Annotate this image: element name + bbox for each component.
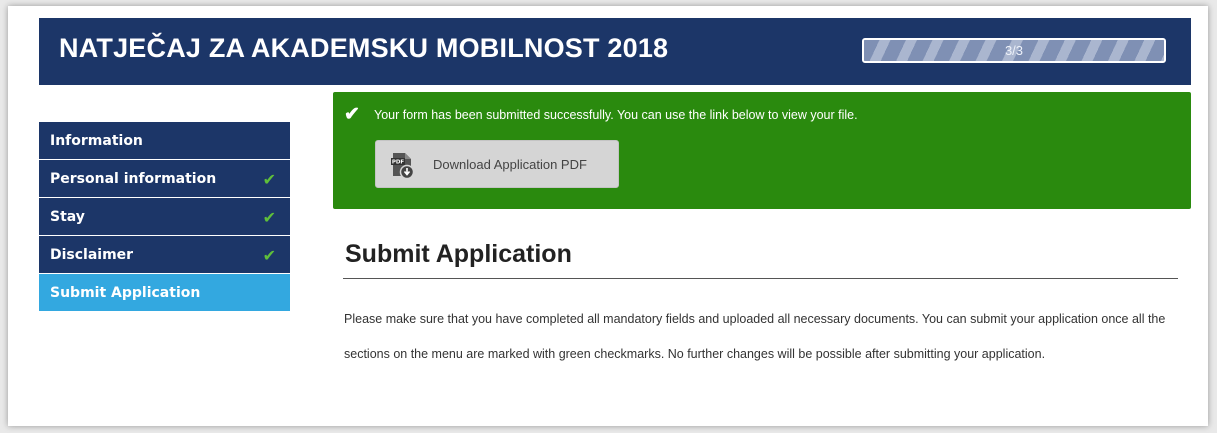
app-window: NATJEČAJ ZA AKADEMSKU MOBILNOST 2018 3/3…	[8, 6, 1208, 426]
pdf-download-icon: PDF	[391, 153, 415, 180]
sidebar-item-disclaimer[interactable]: Disclaimer ✔	[39, 236, 290, 274]
sidebar-item-label: Stay	[50, 209, 85, 225]
download-pdf-button[interactable]: PDF Download Application PDF	[375, 140, 619, 188]
checkmark-icon: ✔	[262, 170, 276, 189]
svg-text:PDF: PDF	[392, 160, 405, 166]
sidebar-item-label: Information	[50, 133, 143, 149]
progress-bar: 3/3	[862, 38, 1166, 63]
section-divider	[343, 278, 1178, 279]
sidebar-item-label: Personal information	[50, 171, 217, 187]
sidebar-item-stay[interactable]: Stay ✔	[39, 198, 290, 236]
download-button-label: Download Application PDF	[433, 157, 587, 172]
success-alert: ✔ Your form has been submitted successfu…	[333, 92, 1191, 209]
section-title: Submit Application	[345, 240, 572, 268]
page-title: NATJEČAJ ZA AKADEMSKU MOBILNOST 2018	[59, 33, 669, 63]
checkmark-icon: ✔	[262, 208, 276, 227]
checkmark-icon: ✔	[262, 246, 276, 265]
sidebar-nav: Information Personal information ✔ Stay …	[39, 122, 290, 312]
instructions-text: Please make sure that you have completed…	[344, 312, 1166, 361]
page-header: NATJEČAJ ZA AKADEMSKU MOBILNOST 2018 3/3	[39, 18, 1191, 85]
sidebar-item-information[interactable]: Information	[39, 122, 290, 160]
checkmark-icon: ✔	[344, 104, 360, 125]
success-message: Your form has been submitted successfull…	[374, 108, 858, 122]
sidebar-item-submit-application[interactable]: Submit Application	[39, 274, 290, 312]
sidebar-item-personal-information[interactable]: Personal information ✔	[39, 160, 290, 198]
sidebar-item-label: Disclaimer	[50, 247, 134, 263]
sidebar-item-label: Submit Application	[50, 285, 201, 301]
progress-text: 3/3	[1004, 43, 1024, 58]
